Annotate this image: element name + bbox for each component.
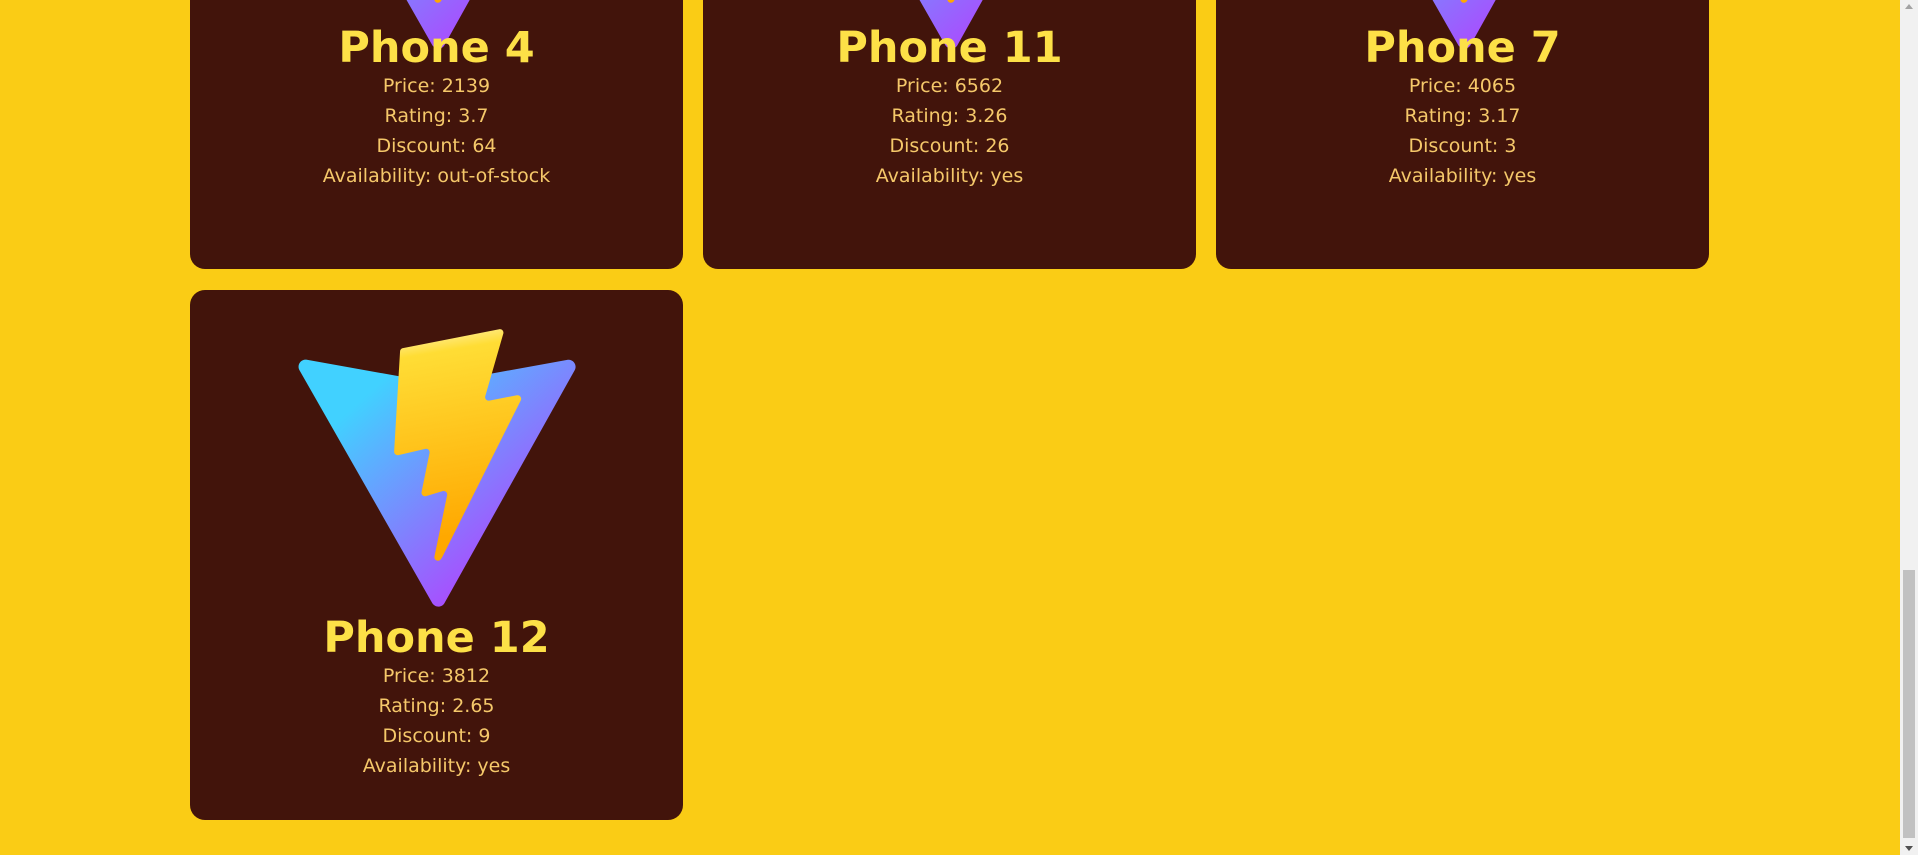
product-availability: Availability: yes (362, 755, 511, 777)
product-card: Phone 7 Price: 4065 Rating: 3.17 Discoun… (1216, 0, 1709, 269)
product-availability: Availability: out-of-stock (322, 165, 551, 187)
product-price: Price: 4065 (1408, 75, 1517, 97)
product-availability: Availability: yes (1388, 165, 1537, 187)
product-rating: Rating: 3.26 (891, 105, 1008, 127)
product-rating: Rating: 2.65 (378, 695, 495, 717)
product-price: Price: 2139 (382, 75, 491, 97)
vite-lightning-logo-icon (292, 326, 582, 616)
scroll-up-arrow-icon[interactable] (1905, 4, 1913, 9)
product-card: Phone 11 Price: 6562 Rating: 3.26 Discou… (703, 0, 1196, 269)
product-availability: Availability: yes (875, 165, 1024, 187)
product-rating: Rating: 3.17 (1404, 105, 1521, 127)
scrollbar-thumb[interactable] (1903, 570, 1915, 838)
product-discount: Discount: 26 (889, 135, 1010, 157)
product-card: Phone 4 Price: 2139 Rating: 3.7 Discount… (190, 0, 683, 269)
product-discount: Discount: 64 (376, 135, 497, 157)
scroll-down-arrow-icon[interactable] (1905, 846, 1913, 851)
product-discount: Discount: 9 (382, 725, 491, 747)
vertical-scrollbar[interactable] (1900, 0, 1918, 855)
product-grid: Phone 4 Price: 2139 Rating: 3.7 Discount… (0, 0, 1900, 855)
product-name: Phone 4 (338, 23, 535, 73)
product-name: Phone 11 (836, 23, 1063, 73)
product-price: Price: 6562 (895, 75, 1004, 97)
product-name: Phone 12 (323, 613, 550, 663)
product-discount: Discount: 3 (1408, 135, 1517, 157)
product-rating: Rating: 3.7 (384, 105, 489, 127)
product-name: Phone 7 (1364, 23, 1561, 73)
product-price: Price: 3812 (382, 665, 491, 687)
product-card: Phone 12 Price: 3812 Rating: 2.65 Discou… (190, 290, 683, 820)
